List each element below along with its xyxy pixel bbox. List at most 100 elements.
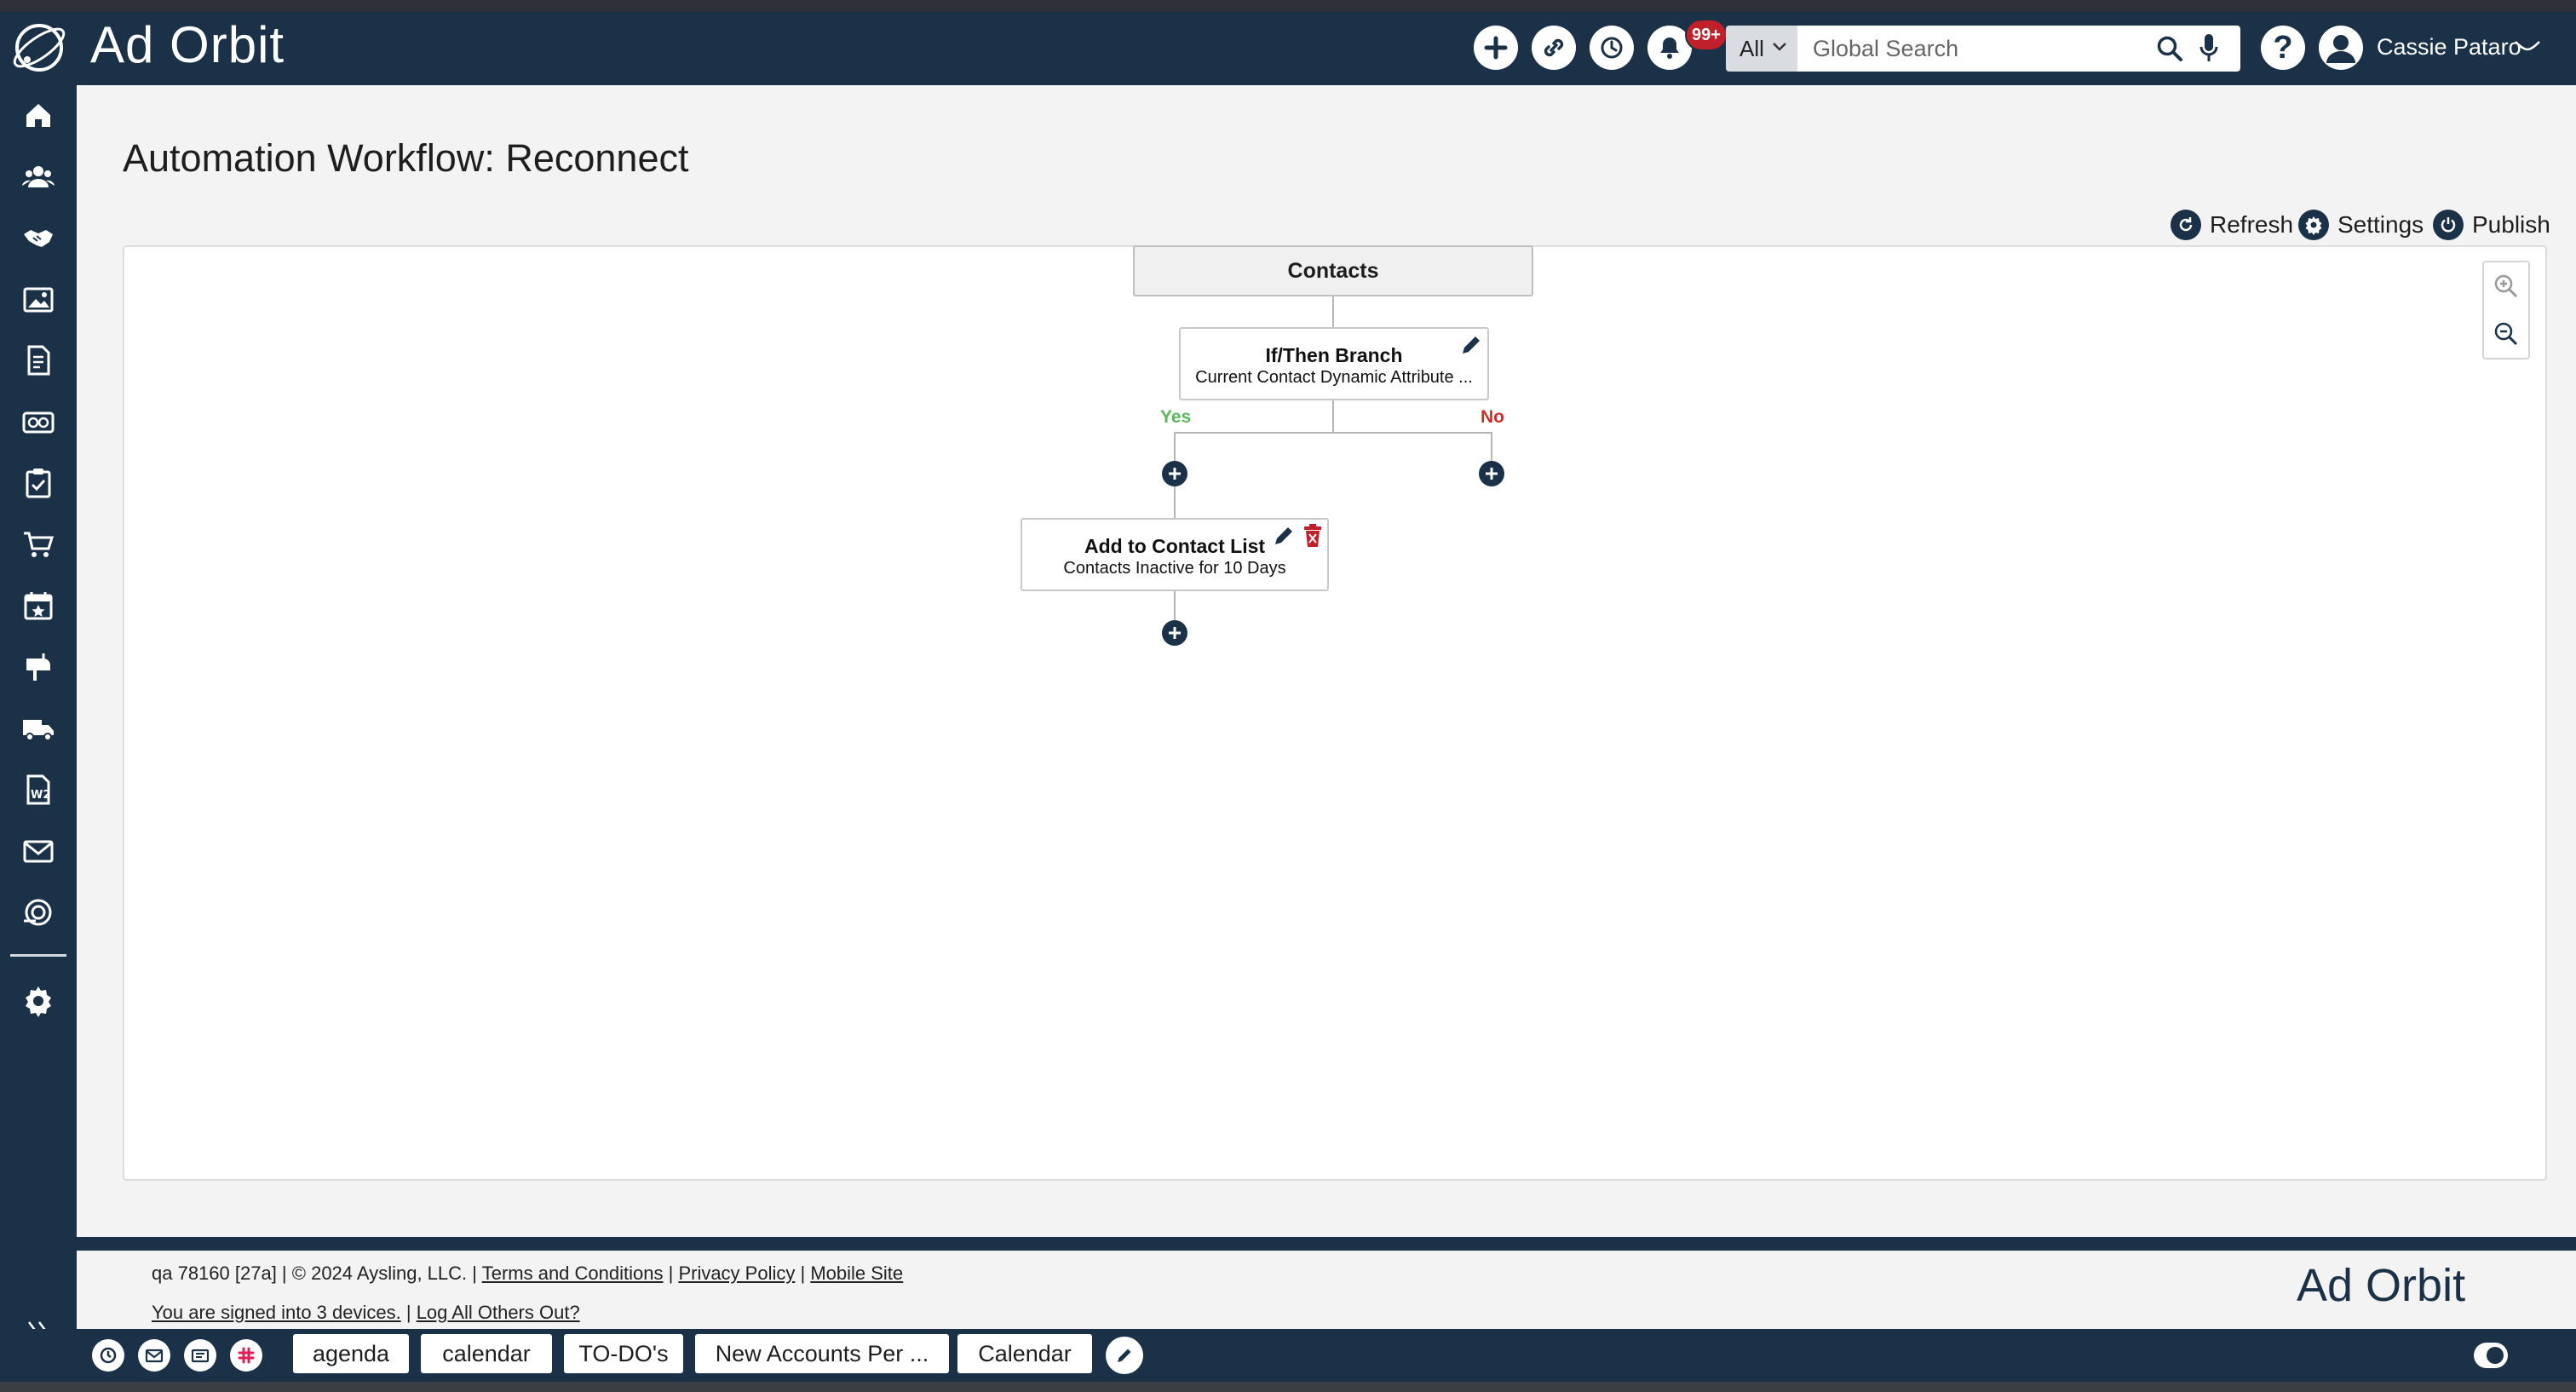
global-search-input[interactable] xyxy=(1811,26,2152,72)
connector-line xyxy=(1332,400,1334,433)
taskbar-tab-todos[interactable]: TO-DO's xyxy=(564,1334,683,1373)
edit-taskbar-button[interactable] xyxy=(1106,1337,1143,1374)
people-icon[interactable] xyxy=(19,157,58,196)
links-button[interactable] xyxy=(1532,26,1576,70)
search-icon[interactable] xyxy=(2155,34,2184,63)
w2-form-icon[interactable]: W2 xyxy=(19,770,58,809)
help-button[interactable]: ? xyxy=(2261,26,2305,70)
pencil-icon[interactable] xyxy=(1458,332,1484,358)
mail-icon xyxy=(145,1349,164,1363)
microphone-icon[interactable] xyxy=(2198,32,2220,65)
slack-icon xyxy=(238,1347,255,1364)
toggle-icon[interactable] xyxy=(2474,1343,2508,1368)
money-icon[interactable] xyxy=(19,402,58,441)
footer-logo: Ad Orbit xyxy=(2297,1260,2466,1311)
connector-line xyxy=(1174,591,1176,620)
no-branch-label: No xyxy=(1481,407,1504,427)
zoom-out-icon xyxy=(2494,322,2518,346)
app-logo-text[interactable]: Ad Orbit xyxy=(90,15,285,74)
refresh-icon xyxy=(2171,210,2201,240)
mail-icon[interactable] xyxy=(19,831,58,871)
mail-campaign-button[interactable] xyxy=(184,1339,216,1372)
orbit-logo-icon[interactable] xyxy=(9,17,70,78)
terms-link[interactable]: Terms and Conditions xyxy=(482,1263,664,1284)
slack-button[interactable] xyxy=(230,1339,262,1372)
add-new-button[interactable] xyxy=(1474,26,1518,70)
gear-icon xyxy=(2298,210,2329,240)
zoom-controls xyxy=(2482,261,2530,360)
clock-icon xyxy=(100,1347,117,1364)
add-step-button[interactable] xyxy=(1162,620,1187,646)
recent-button[interactable] xyxy=(92,1339,124,1372)
session-info: You are signed into 3 devices. | Log All… xyxy=(152,1302,580,1323)
publish-label: Publish xyxy=(2472,211,2550,238)
mailbox-icon[interactable] xyxy=(19,647,58,687)
taskbar-tab-agenda[interactable]: agenda xyxy=(293,1334,409,1373)
mail-list-icon xyxy=(191,1349,210,1363)
log-out-others-link[interactable]: Log All Others Out? xyxy=(417,1302,580,1323)
connector-line xyxy=(1174,486,1176,518)
search-scope-select[interactable]: All xyxy=(1726,26,1797,72)
bottom-edge xyxy=(0,1382,2576,1392)
pencil-icon[interactable] xyxy=(1271,523,1297,549)
settings-button[interactable]: Settings xyxy=(2298,208,2424,242)
user-avatar[interactable] xyxy=(2319,26,2363,70)
privacy-link[interactable]: Privacy Policy xyxy=(678,1263,795,1284)
if-then-branch-node[interactable]: If/Then Branch Current Contact Dynamic A… xyxy=(1179,327,1489,400)
clipboard-check-icon[interactable] xyxy=(19,463,58,503)
plus-icon xyxy=(1169,468,1181,480)
node-title: If/Then Branch xyxy=(1265,344,1403,366)
image-icon[interactable] xyxy=(19,279,58,319)
signed-in-devices-link[interactable]: You are signed into 3 devices. xyxy=(152,1302,401,1323)
document-dollar-icon[interactable] xyxy=(19,341,58,380)
refresh-label: Refresh xyxy=(2210,211,2294,238)
history-button[interactable] xyxy=(1590,26,1634,70)
question-mark-icon: ? xyxy=(2273,29,2293,66)
truck-icon[interactable] xyxy=(19,709,58,748)
footer-info: qa 78160 [27a] | © 2024 Aysling, LLC. | … xyxy=(152,1263,904,1284)
window-top-strip xyxy=(0,0,2576,12)
marketing-icon[interactable] xyxy=(19,893,58,932)
connector-line xyxy=(1174,432,1492,434)
node-subtitle: Current Contact Dynamic Attribute ... xyxy=(1195,368,1473,387)
svg-text:W2: W2 xyxy=(31,789,50,802)
clock-icon xyxy=(1601,37,1623,59)
mobile-site-link[interactable]: Mobile Site xyxy=(810,1263,903,1284)
publish-button[interactable]: Publish xyxy=(2433,208,2550,242)
settings-label: Settings xyxy=(2337,211,2424,238)
chevron-down-icon xyxy=(1773,43,1786,51)
user-menu-chevron-icon[interactable] xyxy=(2513,37,2542,55)
workflow-root-node[interactable]: Contacts xyxy=(1133,245,1533,296)
email-button[interactable] xyxy=(138,1339,170,1372)
user-name[interactable]: Cassie Pataro xyxy=(2377,34,2521,60)
sidebar-divider xyxy=(10,954,66,957)
notification-count-badge: 99+ xyxy=(1685,19,1728,51)
user-icon xyxy=(2326,35,2355,63)
add-step-yes-button[interactable] xyxy=(1162,461,1187,486)
handshake-icon[interactable] xyxy=(19,218,58,257)
refresh-button[interactable]: Refresh xyxy=(2171,208,2293,242)
add-to-contact-list-node[interactable]: Add to Contact List Contacts Inactive fo… xyxy=(1021,518,1329,591)
bell-icon xyxy=(1660,37,1679,59)
sidebar xyxy=(0,85,77,1329)
calendar-star-icon[interactable] xyxy=(19,586,58,625)
taskbar-tab-calendar-2[interactable]: Calendar xyxy=(957,1334,1092,1373)
connector-line xyxy=(1332,296,1334,327)
taskbar-tab-calendar[interactable]: calendar xyxy=(421,1334,552,1373)
gear-icon[interactable] xyxy=(19,981,58,1021)
search-scope-value: All xyxy=(1739,35,1764,61)
cart-icon[interactable] xyxy=(19,525,58,564)
plus-icon xyxy=(1484,36,1508,60)
home-icon[interactable] xyxy=(19,95,58,135)
link-icon xyxy=(1544,38,1564,57)
trash-icon[interactable] xyxy=(1302,523,1324,549)
taskbar-tab-new-accounts[interactable]: New Accounts Per ... xyxy=(695,1334,949,1373)
power-icon xyxy=(2433,210,2464,240)
yes-branch-label: Yes xyxy=(1160,407,1192,427)
page-title: Automation Workflow: Reconnect xyxy=(123,136,689,180)
zoom-out-button[interactable] xyxy=(2484,310,2528,358)
add-step-no-button[interactable] xyxy=(1479,461,1504,486)
zoom-in-button[interactable] xyxy=(2484,262,2528,310)
node-subtitle: Contacts Inactive for 10 Days xyxy=(1063,559,1286,578)
plus-icon xyxy=(1486,468,1498,480)
